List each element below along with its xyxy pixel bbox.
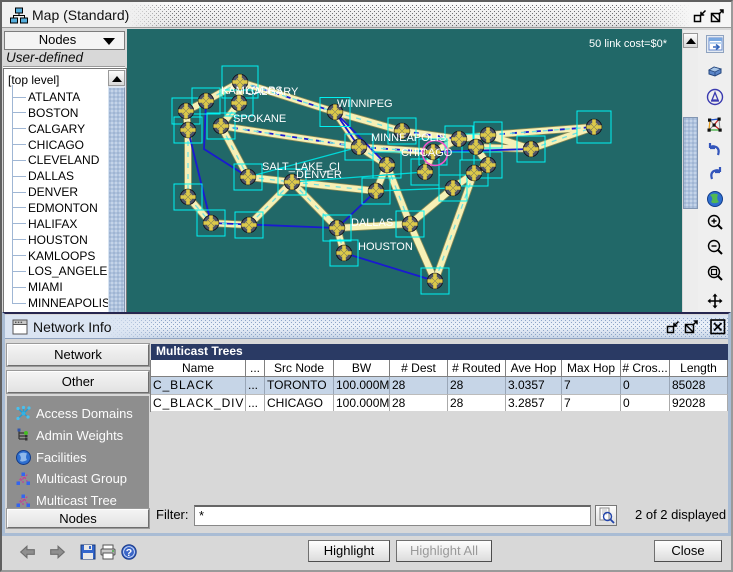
svg-text:CHICAGO: CHICAGO [401, 147, 453, 159]
svg-text:HOUSTON: HOUSTON [358, 241, 413, 253]
svg-text:CALGARY: CALGARY [246, 86, 299, 98]
svg-text:DALLAS: DALLAS [351, 217, 393, 229]
svg-text:WINNIPEG: WINNIPEG [337, 98, 393, 110]
svg-text:?: ? [126, 547, 132, 559]
svg-text:SPOKANE: SPOKANE [233, 113, 286, 125]
svg-text:MINNEAPOLIS: MINNEAPOLIS [371, 132, 446, 144]
svg-text:50 link cost=$0*: 50 link cost=$0* [589, 38, 668, 50]
svg-text:DENVER: DENVER [296, 169, 342, 181]
